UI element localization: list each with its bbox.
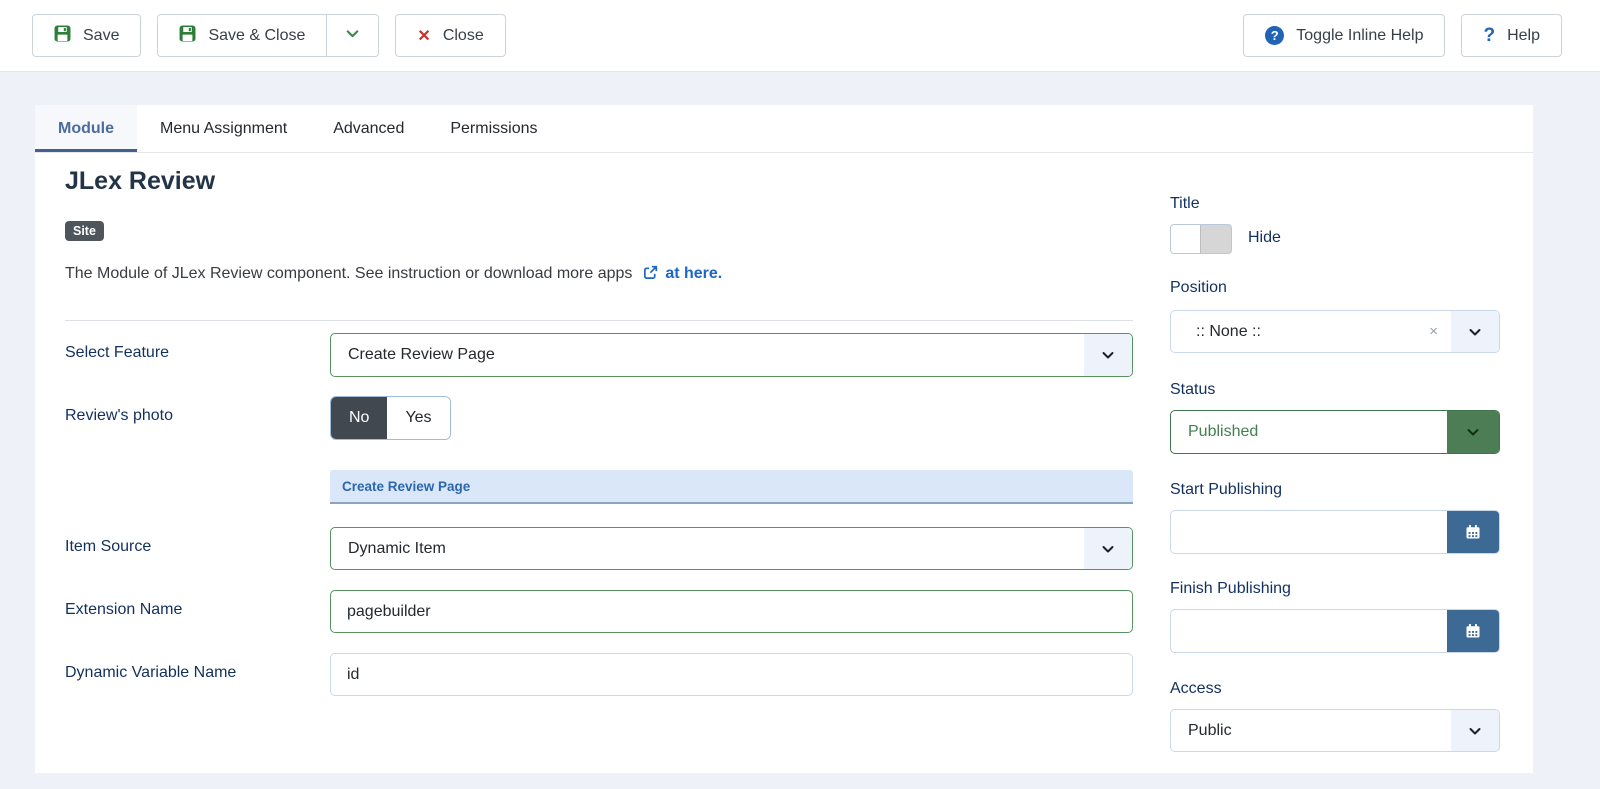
toolbar: Save Save & Close ✕ Close ? Toggle Inlin… [0,0,1600,72]
chevron-down-icon [344,25,361,47]
item-source-label: Item Source [65,538,152,555]
extension-name-input[interactable] [331,591,1132,632]
toggle-inline-help-button[interactable]: ? Toggle Inline Help [1243,14,1446,57]
chevron-down-icon[interactable] [1451,710,1499,751]
clear-position-icon[interactable]: × [1429,323,1451,340]
toolbar-left-group: Save Save & Close ✕ Close [32,14,506,57]
chevron-down-icon[interactable] [1447,411,1499,453]
access-value: Public [1188,721,1232,739]
chevron-down-icon[interactable] [1084,528,1132,569]
dynamic-variable-name-input[interactable] [331,654,1132,695]
start-publishing-label: Start Publishing [1170,481,1283,498]
select-feature-select[interactable]: Create Review Page [330,333,1133,377]
description-text: The Module of JLex Review component. See… [65,265,633,282]
tab-menu-assignment[interactable]: Menu Assignment [137,105,310,152]
question-icon: ? [1483,24,1496,46]
close-x-icon: ✕ [417,27,431,45]
close-button-label: Close [442,26,484,44]
page-title: JLex Review [65,167,216,195]
reviews-photo-no-option[interactable]: No [331,397,388,439]
toggle-knob [1171,225,1201,253]
module-description: The Module of JLex Review component. See… [65,265,722,283]
status-value: Published [1188,423,1259,440]
toolbar-right-group: ? Toggle Inline Help ? Help [1243,14,1562,57]
status-select[interactable]: Published [1170,410,1500,454]
save-button-label: Save [83,26,120,44]
position-combobox[interactable]: :: None :: × [1170,310,1500,353]
save-button[interactable]: Save [32,14,142,57]
external-link-icon [637,265,665,282]
help-button[interactable]: ? Help [1461,14,1562,57]
question-circle-icon: ? [1265,26,1285,45]
calendar-icon[interactable] [1447,511,1499,553]
extension-name-label: Extension Name [65,601,183,618]
tab-permissions[interactable]: Permissions [427,105,560,152]
item-source-select[interactable]: Dynamic Item [330,527,1133,570]
module-edit-card: Module Menu Assignment Advanced Permissi… [35,105,1533,773]
chevron-down-icon[interactable] [1084,334,1132,376]
title-show-hide-toggle[interactable] [1170,224,1232,254]
calendar-icon[interactable] [1447,610,1499,652]
at-here-link[interactable]: at here. [665,265,722,282]
divider [65,320,1133,321]
title-toggle-state-label: Hide [1248,229,1281,246]
site-badge: Site [65,221,104,241]
position-value: :: None :: [1196,322,1261,340]
finish-publishing-label: Finish Publishing [1170,580,1291,597]
title-label: Title [1170,195,1200,212]
save-and-close-label: Save & Close [208,26,306,44]
tab-bar: Module Menu Assignment Advanced Permissi… [35,105,1533,153]
toggle-inline-help-label: Toggle Inline Help [1296,26,1424,44]
dynamic-variable-name-label: Dynamic Variable Name [65,664,237,681]
access-select[interactable]: Public [1170,709,1500,752]
tab-module[interactable]: Module [35,105,137,152]
save-close-split-button: Save & Close [157,14,380,57]
module-edit-page: Save Save & Close ✕ Close ? Toggle Inlin… [0,0,1600,789]
save-and-close-button[interactable]: Save & Close [157,14,328,57]
reviews-photo-yes-option[interactable]: Yes [387,397,450,439]
close-button[interactable]: ✕ Close [395,14,506,57]
start-publishing-input[interactable] [1171,511,1447,553]
reviews-photo-label: Review's photo [65,407,173,424]
chevron-down-icon[interactable] [1451,311,1499,352]
help-button-label: Help [1507,26,1540,44]
status-label: Status [1170,381,1216,398]
finish-publishing-field-wrap [1170,609,1500,653]
position-label: Position [1170,279,1227,296]
access-label: Access [1170,680,1222,697]
reviews-photo-toggle-group: No Yes [330,396,451,440]
item-source-value: Dynamic Item [348,539,446,557]
finish-publishing-input[interactable] [1171,610,1447,652]
save-options-dropdown-button[interactable] [326,14,380,57]
start-publishing-field-wrap [1170,510,1500,554]
select-feature-label: Select Feature [65,344,170,361]
save-icon [179,25,196,47]
dynamic-variable-name-field-wrap [330,653,1133,696]
tab-advanced[interactable]: Advanced [310,105,427,152]
select-feature-value: Create Review Page [348,346,495,363]
save-icon [54,25,71,47]
section-header-create-review-page: Create Review Page [330,470,1133,504]
extension-name-field-wrap [330,590,1133,633]
